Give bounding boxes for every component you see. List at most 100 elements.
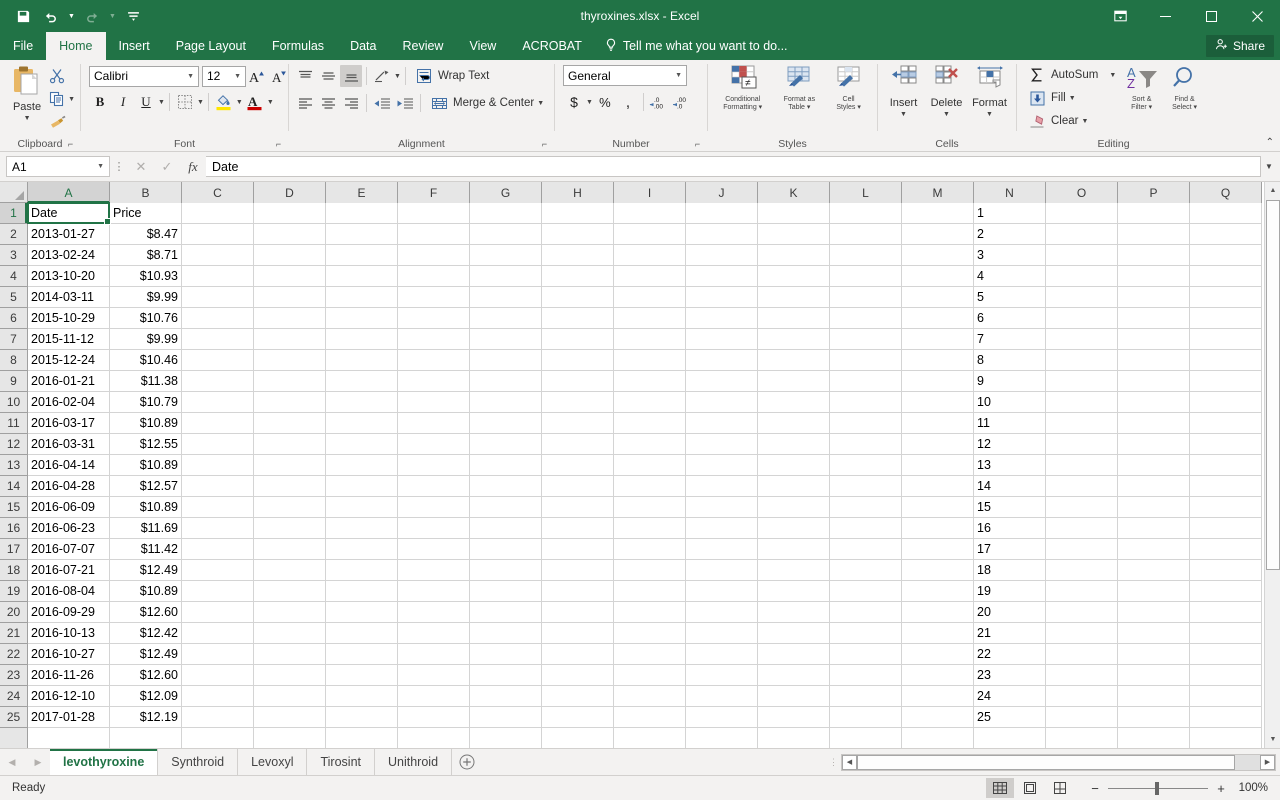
cell-K18[interactable] [758,560,830,581]
cell-Q9[interactable] [1190,371,1262,392]
cell-B16[interactable]: $11.69 [110,518,182,539]
customize-qat-icon[interactable] [120,4,146,28]
row-header-4[interactable]: 4 [0,266,27,287]
cell-O23[interactable] [1046,665,1118,686]
cell-K25[interactable] [758,707,830,728]
column-header-c[interactable]: C [182,182,254,203]
cell-area[interactable]: Date Price 1 2013-01-27 $8.47 2 2013-02-24 $8.7… [28,203,1262,748]
sheet-tab-tirosint[interactable]: Tirosint [307,749,375,775]
cell-B2[interactable]: $8.47 [110,224,182,245]
cell-I16[interactable] [614,518,686,539]
cell-K20[interactable] [758,602,830,623]
cell-A9[interactable]: 2016-01-21 [28,371,110,392]
cell-C12[interactable] [182,434,254,455]
cell-C1[interactable] [182,203,254,224]
row-header-10[interactable]: 10 [0,392,27,413]
cell-F17[interactable] [398,539,470,560]
increase-decimal-icon[interactable]: .0.00 [648,91,670,113]
cell-L21[interactable] [830,623,902,644]
zoom-slider[interactable]: − + [1086,781,1230,796]
cell-L22[interactable] [830,644,902,665]
cell-I24[interactable] [614,686,686,707]
row-header-9[interactable]: 9 [0,371,27,392]
cell-J18[interactable] [686,560,758,581]
zoom-handle[interactable] [1155,781,1159,795]
cell-C24[interactable] [182,686,254,707]
cell-C14[interactable] [182,476,254,497]
cell-blank[interactable] [830,728,902,748]
cell-L5[interactable] [830,287,902,308]
cell-Q4[interactable] [1190,266,1262,287]
scroll-split-grip[interactable]: ⋮ [829,757,838,766]
minimize-button[interactable] [1142,0,1188,32]
cell-L20[interactable] [830,602,902,623]
cell-E16[interactable] [326,518,398,539]
font-size-dropdown-icon[interactable]: ▼ [234,73,241,80]
cell-O13[interactable] [1046,455,1118,476]
cell-L3[interactable] [830,245,902,266]
cell-J9[interactable] [686,371,758,392]
cell-D3[interactable] [254,245,326,266]
column-header-n[interactable]: N [974,182,1046,203]
cell-K11[interactable] [758,413,830,434]
cell-G1[interactable] [470,203,542,224]
column-header-g[interactable]: G [470,182,542,203]
insert-function-icon[interactable]: fx [180,156,206,178]
cell-G7[interactable] [470,329,542,350]
sheet-tab-unithroid[interactable]: Unithroid [375,749,453,775]
ribbon-tab-formulas[interactable]: Formulas [259,32,337,60]
autosum-dropdown-icon[interactable]: ▼ [1109,72,1116,79]
table-row[interactable]: 2016-07-07 $11.42 17 [28,539,1262,560]
cell-D17[interactable] [254,539,326,560]
previous-sheet-icon[interactable]: ◀ [4,757,20,768]
cell-H3[interactable] [542,245,614,266]
scroll-down-icon[interactable]: ▼ [1265,731,1280,748]
cell-I5[interactable] [614,287,686,308]
cell-G22[interactable] [470,644,542,665]
cell-E12[interactable] [326,434,398,455]
ribbon-display-options-icon[interactable] [1098,0,1142,32]
cell-E9[interactable] [326,371,398,392]
row-header-12[interactable]: 12 [0,434,27,455]
cell-I25[interactable] [614,707,686,728]
cell-K24[interactable] [758,686,830,707]
cell-P20[interactable] [1118,602,1190,623]
column-header-j[interactable]: J [686,182,758,203]
cell-H1[interactable] [542,203,614,224]
table-row[interactable]: 2016-11-26 $12.60 23 [28,665,1262,686]
cell-G2[interactable] [470,224,542,245]
cell-D19[interactable] [254,581,326,602]
cell-A19[interactable]: 2016-08-04 [28,581,110,602]
cell-N10[interactable]: 10 [974,392,1046,413]
cell-N18[interactable]: 18 [974,560,1046,581]
cell-H4[interactable] [542,266,614,287]
column-header-i[interactable]: I [614,182,686,203]
cell-D9[interactable] [254,371,326,392]
name-box-dropdown-icon[interactable]: ▼ [97,163,104,170]
zoom-track[interactable] [1108,781,1208,795]
cell-H17[interactable] [542,539,614,560]
cell-D24[interactable] [254,686,326,707]
cell-N19[interactable]: 19 [974,581,1046,602]
cell-D5[interactable] [254,287,326,308]
cell-N12[interactable]: 12 [974,434,1046,455]
cell-E2[interactable] [326,224,398,245]
ribbon-tab-page-layout[interactable]: Page Layout [163,32,259,60]
underline-dropdown-icon[interactable]: ▼ [158,99,165,106]
cell-P16[interactable] [1118,518,1190,539]
cell-D20[interactable] [254,602,326,623]
sheet-tab-levoxyl[interactable]: Levoxyl [238,749,308,775]
page-layout-view-icon[interactable] [1016,778,1044,798]
cell-O20[interactable] [1046,602,1118,623]
cell-L11[interactable] [830,413,902,434]
cell-O3[interactable] [1046,245,1118,266]
cell-M4[interactable] [902,266,974,287]
ribbon-tab-data[interactable]: Data [337,32,389,60]
cell-G20[interactable] [470,602,542,623]
cell-M25[interactable] [902,707,974,728]
scroll-up-icon[interactable]: ▲ [1265,182,1280,199]
row-header-6[interactable]: 6 [0,308,27,329]
cell-F5[interactable] [398,287,470,308]
table-row[interactable]: 2016-08-04 $10.89 19 [28,581,1262,602]
cell-I2[interactable] [614,224,686,245]
